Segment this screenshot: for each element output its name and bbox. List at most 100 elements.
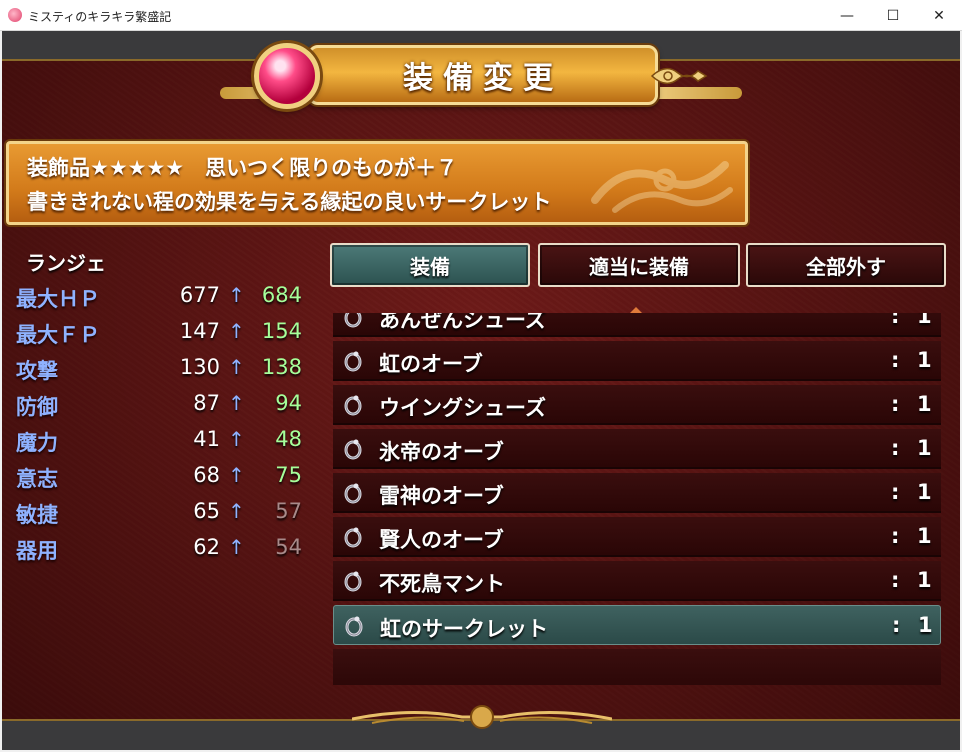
stat-row: 器用 62 ↑ 54 [16,535,316,565]
window-titlebar: ミスティのキラキラ繁盛記 — ☐ ✕ [0,0,962,31]
remove-all-button[interactable]: 全部外す [746,243,946,287]
list-item[interactable]: あんぜんシューズ: 1 [333,313,941,337]
item-count: 1 [917,568,932,592]
auto-equip-button[interactable]: 適当に装備 [538,243,740,287]
ring-icon [343,394,363,416]
banner-ornament-icon [650,67,708,85]
stat-arrow-icon: ↑ [228,391,245,415]
item-colon: : [891,313,900,328]
ring-icon [344,615,364,637]
item-name: あんぜんシューズ [379,313,546,332]
list-item[interactable]: 氷帝のオーブ:1 [333,429,941,469]
item-colon: : [891,348,900,372]
stat-label: 敏捷 [16,503,58,527]
stat-label: 魔力 [16,431,58,455]
item-count: 1 [917,313,932,328]
item-name: 不死鳥マント [379,572,505,596]
item-colon: : [891,524,900,548]
stat-new-value: 48 [275,427,302,451]
item-name: 雷神のオーブ [379,484,504,508]
list-item-empty[interactable] [333,649,941,685]
item-count: 1 [917,524,932,548]
item-colon: : [892,613,901,637]
stat-current-value: 65 [193,499,220,523]
stat-new-value: 75 [275,463,302,487]
item-count: 1 [918,613,933,637]
banner-gem-icon [254,43,320,109]
item-name: 氷帝のオーブ [379,440,504,464]
list-item-selected[interactable]: 虹のサークレット:1 [333,605,941,645]
item-name: 虹のサークレット [380,617,548,641]
stat-current-value: 62 [193,535,220,559]
stat-label: 意志 [16,467,58,491]
item-count: 1 [917,480,932,504]
description-line-1: 装飾品★★★★★ 思いつく限りのものが＋７ [27,156,458,180]
stat-current-value: 87 [193,391,220,415]
stat-row: 最大ＨＰ 677 ↑ 684 [16,283,316,313]
stat-label: 攻撃 [16,359,58,383]
item-colon: : [891,436,900,460]
stat-new-value: 94 [275,391,302,415]
stat-current-value: 41 [193,427,220,451]
item-colon: : [891,392,900,416]
scene-title: 装備変更 [403,61,563,96]
stat-row: 防御 87 ↑ 94 [16,391,316,421]
stat-current-value: 68 [193,463,220,487]
stat-new-value: 54 [275,535,302,559]
close-button[interactable]: ✕ [916,0,962,31]
title-banner: 装備変更 [308,45,658,105]
stat-label: 最大ＦＰ [16,323,100,347]
stat-new-value: 684 [261,283,302,307]
ring-icon [343,482,363,504]
ring-icon [343,526,363,548]
stat-row: 意志 68 ↑ 75 [16,463,316,493]
stat-current-value: 677 [179,283,220,307]
ring-icon [343,350,363,372]
stat-current-value: 147 [179,319,220,343]
stat-label: 最大ＨＰ [16,287,100,311]
list-item[interactable]: 不死鳥マント:1 [333,561,941,601]
stat-new-value: 138 [261,355,302,379]
character-name: ランジェ [26,251,106,275]
item-count: 1 [917,348,932,372]
list-item[interactable]: 雷神のオーブ:1 [333,473,941,513]
stat-row: 攻撃 130 ↑ 138 [16,355,316,385]
stat-new-value: 154 [261,319,302,343]
item-description-box: 装飾品★★★★★ 思いつく限りのものが＋７ 書ききれない程の効果を与える縁起の良… [6,141,748,225]
stat-row: 魔力 41 ↑ 48 [16,427,316,457]
item-colon: : [891,480,900,504]
description-line-2: 書ききれない程の効果を与える縁起の良いサークレット [27,190,552,214]
ring-icon [343,313,363,328]
list-item[interactable]: ウイングシューズ:1 [333,385,941,425]
ring-icon [343,438,363,460]
maximize-button[interactable]: ☐ [870,0,916,31]
item-name: ウイングシューズ [379,396,546,420]
list-item[interactable]: 賢人のオーブ:1 [333,517,941,557]
equip-button[interactable]: 装備 [330,243,530,287]
equipment-list: あんぜんシューズ:1 虹のオーブ:1 ウイングシューズ:1 氷帝のオーブ:1 雷神のオー… [333,313,941,685]
stat-arrow-icon: ↑ [228,535,245,559]
stat-label: 器用 [16,539,58,563]
stat-arrow-icon: ↑ [228,427,245,451]
ring-icon [343,570,363,592]
item-count: 1 [917,436,932,460]
minimize-button[interactable]: — [824,0,870,31]
stat-arrow-icon: ↑ [228,355,245,379]
list-item[interactable]: 虹のオーブ:1 [333,341,941,381]
item-name: 虹のオーブ [379,352,483,376]
stat-arrow-icon: ↑ [228,319,245,343]
stat-row: 最大ＦＰ 147 ↑ 154 [16,319,316,349]
stat-arrow-icon: ↑ [228,463,245,487]
stat-label: 防御 [16,395,58,419]
stat-arrow-icon: ↑ [228,283,245,307]
stat-arrow-icon: ↑ [228,499,245,523]
bottom-ornament-icon [352,705,612,729]
stat-current-value: 130 [179,355,220,379]
app-icon [8,8,22,22]
stat-row: 敏捷 65 ↑ 57 [16,499,316,529]
item-count: 1 [917,392,932,416]
item-colon: : [891,568,900,592]
window-title: ミスティのキラキラ繁盛記 [28,10,172,24]
stat-new-value: 57 [275,499,302,523]
game-screen: 装備変更 装飾品★★★★★ 思いつく限りのものが＋７ 書ききれない程の効果を与え… [2,31,960,750]
